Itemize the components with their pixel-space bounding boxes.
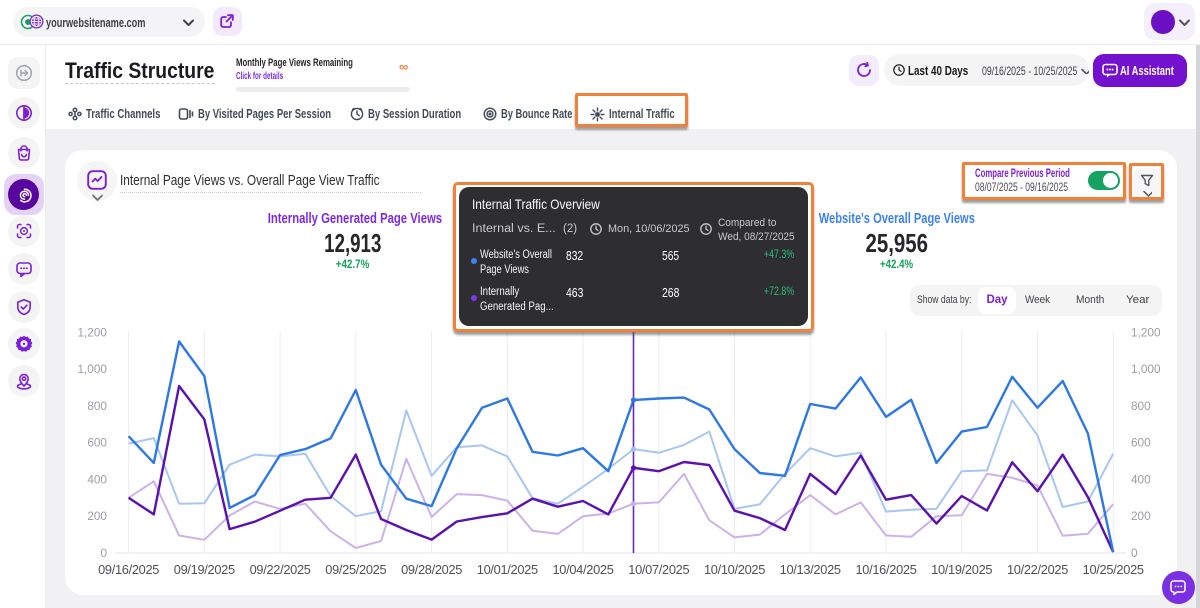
svg-text:1,000: 1,000 <box>77 362 107 376</box>
svg-text:09/25/2025: 09/25/2025 <box>325 562 386 577</box>
svg-text:200: 200 <box>87 509 107 523</box>
svg-text:10/25/2025: 10/25/2025 <box>1083 562 1144 577</box>
svg-text:10/07/2025: 10/07/2025 <box>628 562 689 577</box>
svg-text:10/16/2025: 10/16/2025 <box>855 562 916 577</box>
svg-text:0: 0 <box>1131 546 1138 560</box>
svg-text:400: 400 <box>87 472 107 486</box>
svg-text:09/28/2025: 09/28/2025 <box>401 562 462 577</box>
svg-text:10/04/2025: 10/04/2025 <box>552 562 613 577</box>
svg-text:600: 600 <box>1131 436 1151 450</box>
svg-text:10/10/2025: 10/10/2025 <box>704 562 765 577</box>
svg-text:09/19/2025: 09/19/2025 <box>174 562 235 577</box>
svg-text:10/13/2025: 10/13/2025 <box>780 562 841 577</box>
svg-text:09/22/2025: 09/22/2025 <box>250 562 311 577</box>
svg-text:600: 600 <box>87 436 107 450</box>
svg-text:09/16/2025: 09/16/2025 <box>98 562 159 577</box>
svg-text:400: 400 <box>1131 472 1151 486</box>
svg-text:800: 800 <box>1131 399 1151 413</box>
svg-text:1,000: 1,000 <box>1131 362 1161 376</box>
svg-text:10/19/2025: 10/19/2025 <box>931 562 992 577</box>
svg-text:0: 0 <box>100 546 107 560</box>
svg-text:10/01/2025: 10/01/2025 <box>477 562 538 577</box>
svg-text:1,200: 1,200 <box>1131 325 1161 339</box>
svg-text:800: 800 <box>87 399 107 413</box>
svg-text:200: 200 <box>1131 509 1151 523</box>
svg-text:1,200: 1,200 <box>77 325 107 339</box>
svg-text:10/22/2025: 10/22/2025 <box>1007 562 1068 577</box>
